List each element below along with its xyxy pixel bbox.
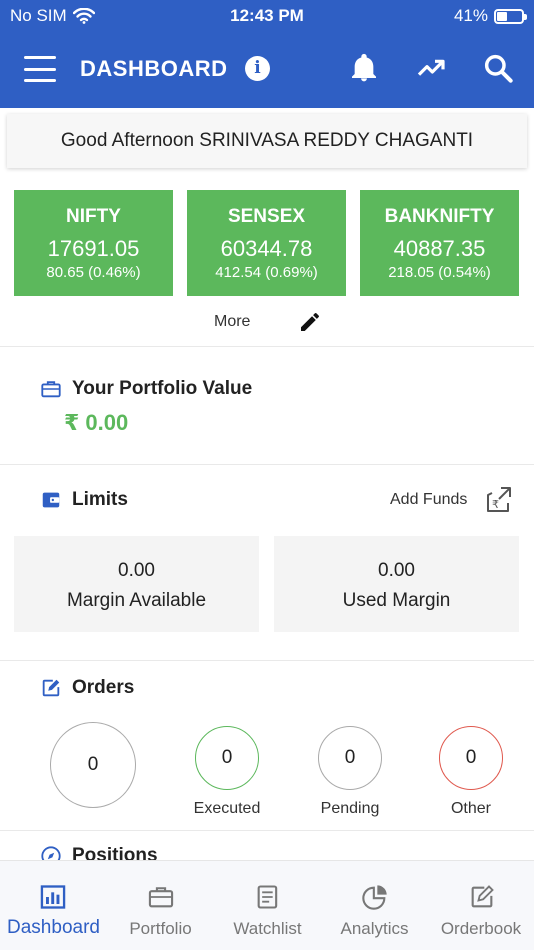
nav-label: Portfolio	[129, 919, 192, 938]
greeting-banner: Good Afternoon SRINIVASA REDDY CHAGANTI	[7, 114, 527, 168]
app-bar: DASHBOARD i	[0, 32, 534, 108]
wallet-icon	[42, 492, 60, 508]
orders-header: Orders	[40, 677, 134, 699]
orders-pending-label: Pending	[320, 800, 380, 817]
index-name: NIFTY	[66, 206, 121, 227]
used-margin-label: Used Margin	[342, 590, 451, 611]
search-icon[interactable]	[482, 52, 514, 84]
nav-portfolio[interactable]: Portfolio	[107, 861, 214, 950]
pie-chart-icon	[362, 885, 387, 910]
limits-header: Limits	[40, 489, 128, 511]
battery-icon	[494, 8, 527, 24]
nav-label: Dashboard	[7, 917, 100, 938]
svg-text:₹: ₹	[492, 498, 499, 511]
index-value: 17691.05	[47, 236, 140, 261]
orders-other-circle[interactable]: 0	[439, 726, 503, 790]
orderbook-icon	[471, 885, 494, 908]
nav-label: Watchlist	[233, 919, 302, 938]
dashboard-icon	[40, 885, 66, 909]
orders-icon	[42, 679, 60, 697]
margin-available-label: Margin Available	[66, 590, 207, 611]
more-link[interactable]: More	[214, 313, 250, 331]
used-margin-amount: 0.00	[378, 560, 415, 581]
margin-available-amount: 0.00	[118, 560, 155, 581]
briefcase-icon	[41, 381, 61, 398]
nav-analytics[interactable]: Analytics	[321, 861, 428, 950]
divider	[0, 464, 534, 465]
battery-text: 41%	[453, 6, 488, 25]
briefcase-icon	[148, 887, 174, 908]
portfolio-value: ₹ 0.00	[64, 410, 129, 435]
index-change: 412.54 (0.69%)	[215, 264, 318, 281]
nav-label: Orderbook	[440, 919, 522, 938]
info-icon[interactable]: i	[245, 56, 270, 81]
orders-other-label: Other	[450, 800, 491, 817]
index-value: 40887.35	[393, 236, 486, 261]
battery-fill	[497, 11, 507, 21]
index-card-sensex[interactable]: SENSEX 60344.78 412.54 (0.69%)	[187, 190, 346, 296]
divider	[0, 830, 534, 831]
index-card-banknifty[interactable]: BANKNIFTY 40887.35 218.05 (0.54%)	[360, 190, 519, 296]
bell-icon[interactable]	[348, 52, 380, 84]
orders-executed-circle[interactable]: 0	[195, 726, 259, 790]
limits-title: Limits	[72, 489, 128, 510]
more-row: More	[0, 308, 534, 338]
add-funds-link[interactable]: Add Funds	[390, 491, 467, 509]
nav-label: Analytics	[340, 919, 409, 938]
index-change: 218.05 (0.54%)	[388, 264, 491, 281]
add-funds-icon[interactable]: ₹	[484, 484, 514, 516]
used-margin-card: 0.00 Used Margin	[274, 536, 519, 632]
divider	[0, 346, 534, 347]
list-icon	[257, 885, 278, 909]
orders-total-circle[interactable]: 0	[50, 722, 136, 808]
nav-orderbook[interactable]: Orderbook	[428, 861, 534, 950]
trending-up-icon[interactable]	[415, 52, 447, 84]
portfolio-header: Your Portfolio Value	[40, 378, 252, 400]
index-name: BANKNIFTY	[384, 206, 495, 227]
nav-watchlist[interactable]: Watchlist	[214, 861, 321, 950]
margin-available-card: 0.00 Margin Available	[14, 536, 259, 632]
menu-icon[interactable]	[24, 56, 56, 82]
divider	[0, 660, 534, 661]
orders-title: Orders	[72, 677, 135, 698]
bottom-nav: Dashboard Portfolio Watchlist Analytics …	[0, 860, 534, 950]
portfolio-title: Your Portfolio Value	[72, 378, 253, 399]
status-right: 41%	[453, 6, 527, 26]
index-name: SENSEX	[227, 206, 306, 227]
index-value: 60344.78	[220, 236, 313, 261]
index-change: 80.65 (0.46%)	[46, 264, 141, 281]
status-bar: No SIM 12:43 PM 41%	[0, 0, 534, 32]
edit-icon[interactable]	[298, 310, 322, 334]
page-title: DASHBOARD	[80, 56, 228, 81]
orders-executed-label: Executed	[193, 800, 261, 817]
index-card-nifty[interactable]: NIFTY 17691.05 80.65 (0.46%)	[14, 190, 173, 296]
nav-dashboard[interactable]: Dashboard	[0, 861, 107, 950]
orders-pending-circle[interactable]: 0	[318, 726, 382, 790]
